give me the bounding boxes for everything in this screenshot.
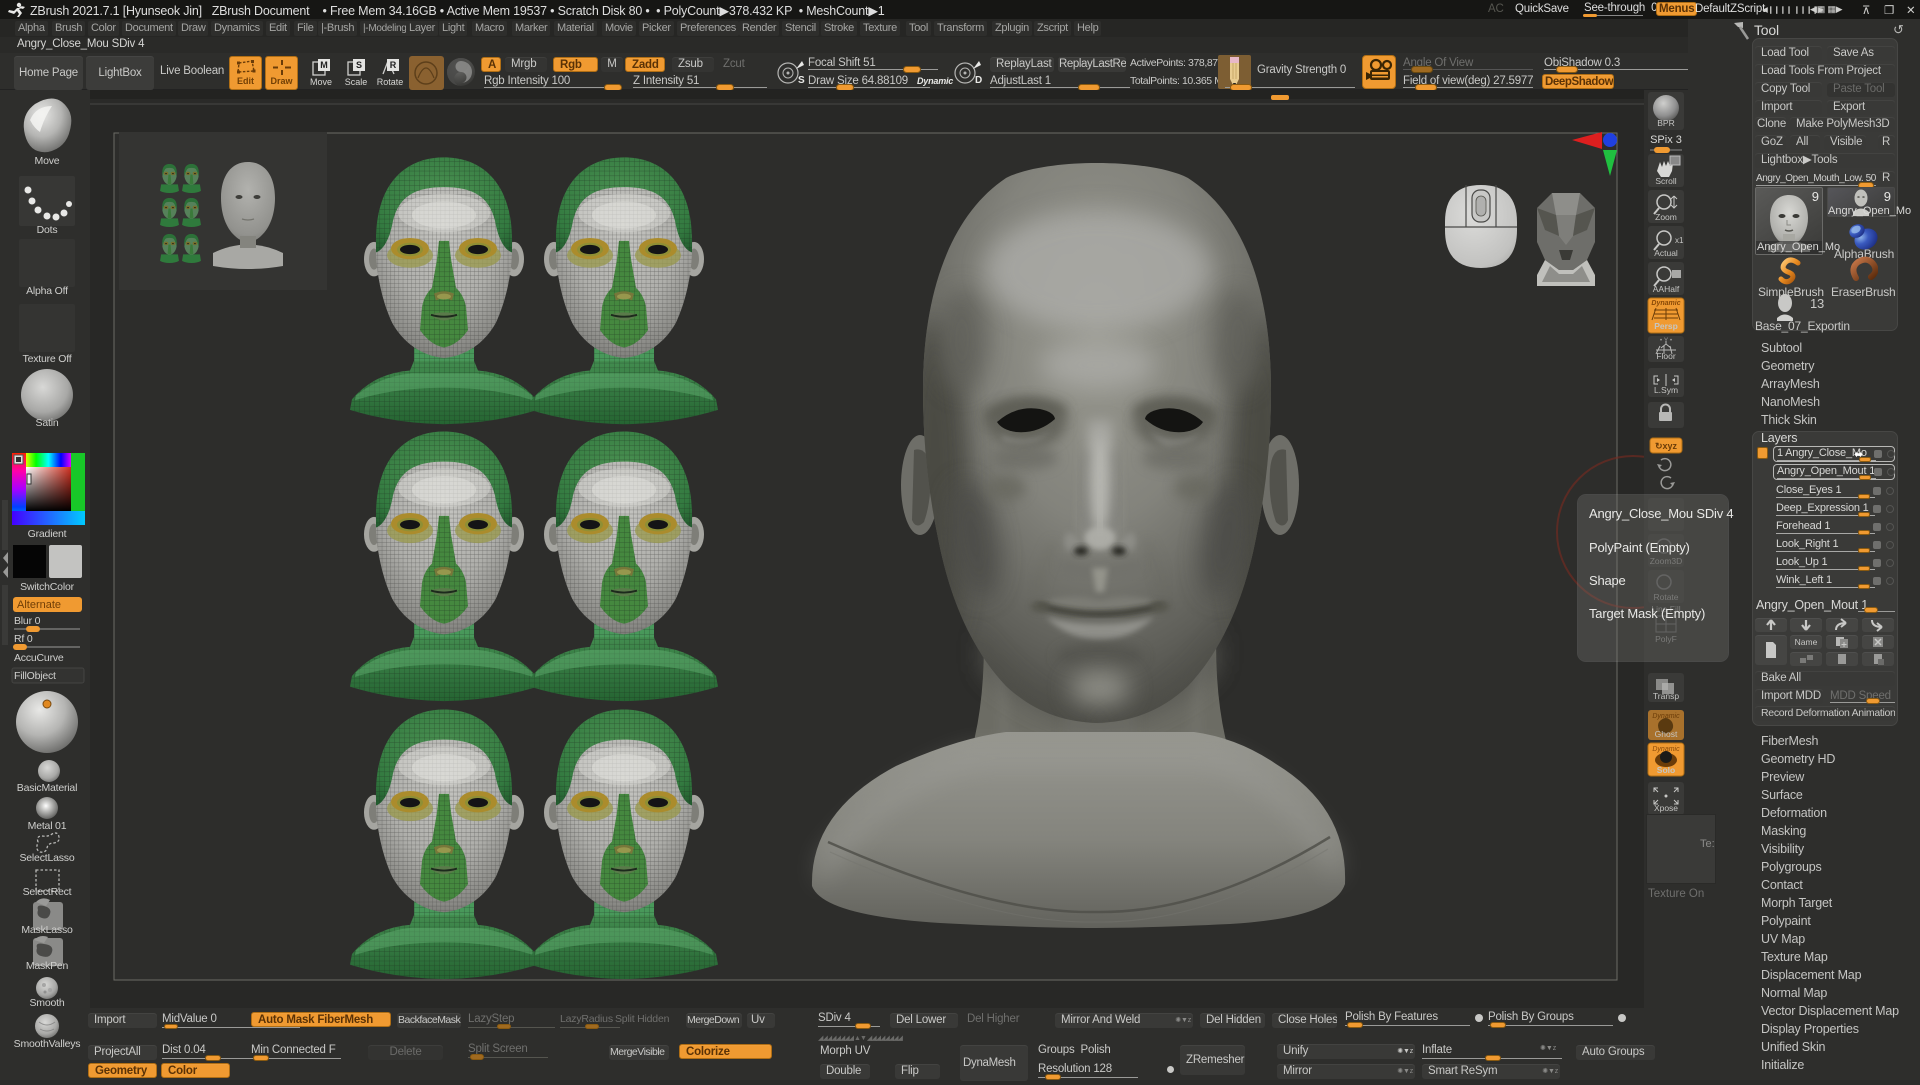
svg-text:Alternate: Alternate <box>17 599 61 611</box>
svg-text:L.Sym: L.Sym <box>1654 385 1678 395</box>
svg-text:Gradient: Gradient <box>28 528 67 540</box>
svg-text:D: D <box>975 75 982 86</box>
svg-text:S: S <box>356 60 362 70</box>
svg-text:Scroll: Scroll <box>1655 176 1676 186</box>
svg-text:SPix 3: SPix 3 <box>1650 134 1682 146</box>
svg-text:Ghost: Ghost <box>1655 729 1678 739</box>
svg-text:Alpha Off: Alpha Off <box>26 285 68 297</box>
svg-text:Dynamic: Dynamic <box>1651 300 1680 307</box>
svg-text:AAHalf: AAHalf <box>1653 284 1680 294</box>
svg-text:Name: Name <box>1795 637 1818 647</box>
svg-text:↻xyz: ↻xyz <box>1655 441 1678 451</box>
svg-text:BasicMaterial: BasicMaterial <box>17 782 77 794</box>
svg-text:Zoom: Zoom <box>1655 212 1677 222</box>
svg-text:Satin: Satin <box>36 417 59 429</box>
svg-text:MaskLasso: MaskLasso <box>21 924 73 936</box>
svg-text:SelectLasso: SelectLasso <box>19 852 74 864</box>
svg-text:Metal 01: Metal 01 <box>28 820 67 832</box>
svg-text:Rf 0: Rf 0 <box>14 633 33 645</box>
svg-text:Smooth: Smooth <box>30 997 65 1009</box>
svg-text:Solo: Solo <box>1657 765 1675 775</box>
svg-text:Floor: Floor <box>1656 351 1676 361</box>
svg-text:Actual: Actual <box>1654 248 1678 258</box>
svg-text:Dots: Dots <box>37 224 58 236</box>
svg-text:Transp: Transp <box>1653 691 1679 701</box>
svg-text:Blur 0: Blur 0 <box>14 615 41 627</box>
svg-text:SmoothValleys: SmoothValleys <box>14 1038 81 1050</box>
svg-text:BPR: BPR <box>1657 118 1674 128</box>
svg-text:SelectRect: SelectRect <box>23 886 72 898</box>
svg-text:Texture Off: Texture Off <box>23 353 72 365</box>
svg-text:S: S <box>798 75 805 86</box>
svg-text:FillObject: FillObject <box>14 670 56 682</box>
svg-text:M: M <box>320 60 328 70</box>
svg-text:Move: Move <box>35 155 60 167</box>
svg-text:SwitchColor: SwitchColor <box>20 581 75 593</box>
svg-text:x1: x1 <box>1675 236 1684 245</box>
svg-text:MaskPen: MaskPen <box>26 960 69 972</box>
svg-text:R: R <box>390 60 397 70</box>
svg-text:Persp: Persp <box>1654 321 1678 331</box>
svg-text:Xpose: Xpose <box>1654 803 1678 813</box>
svg-text:AccuCurve: AccuCurve <box>14 652 64 664</box>
